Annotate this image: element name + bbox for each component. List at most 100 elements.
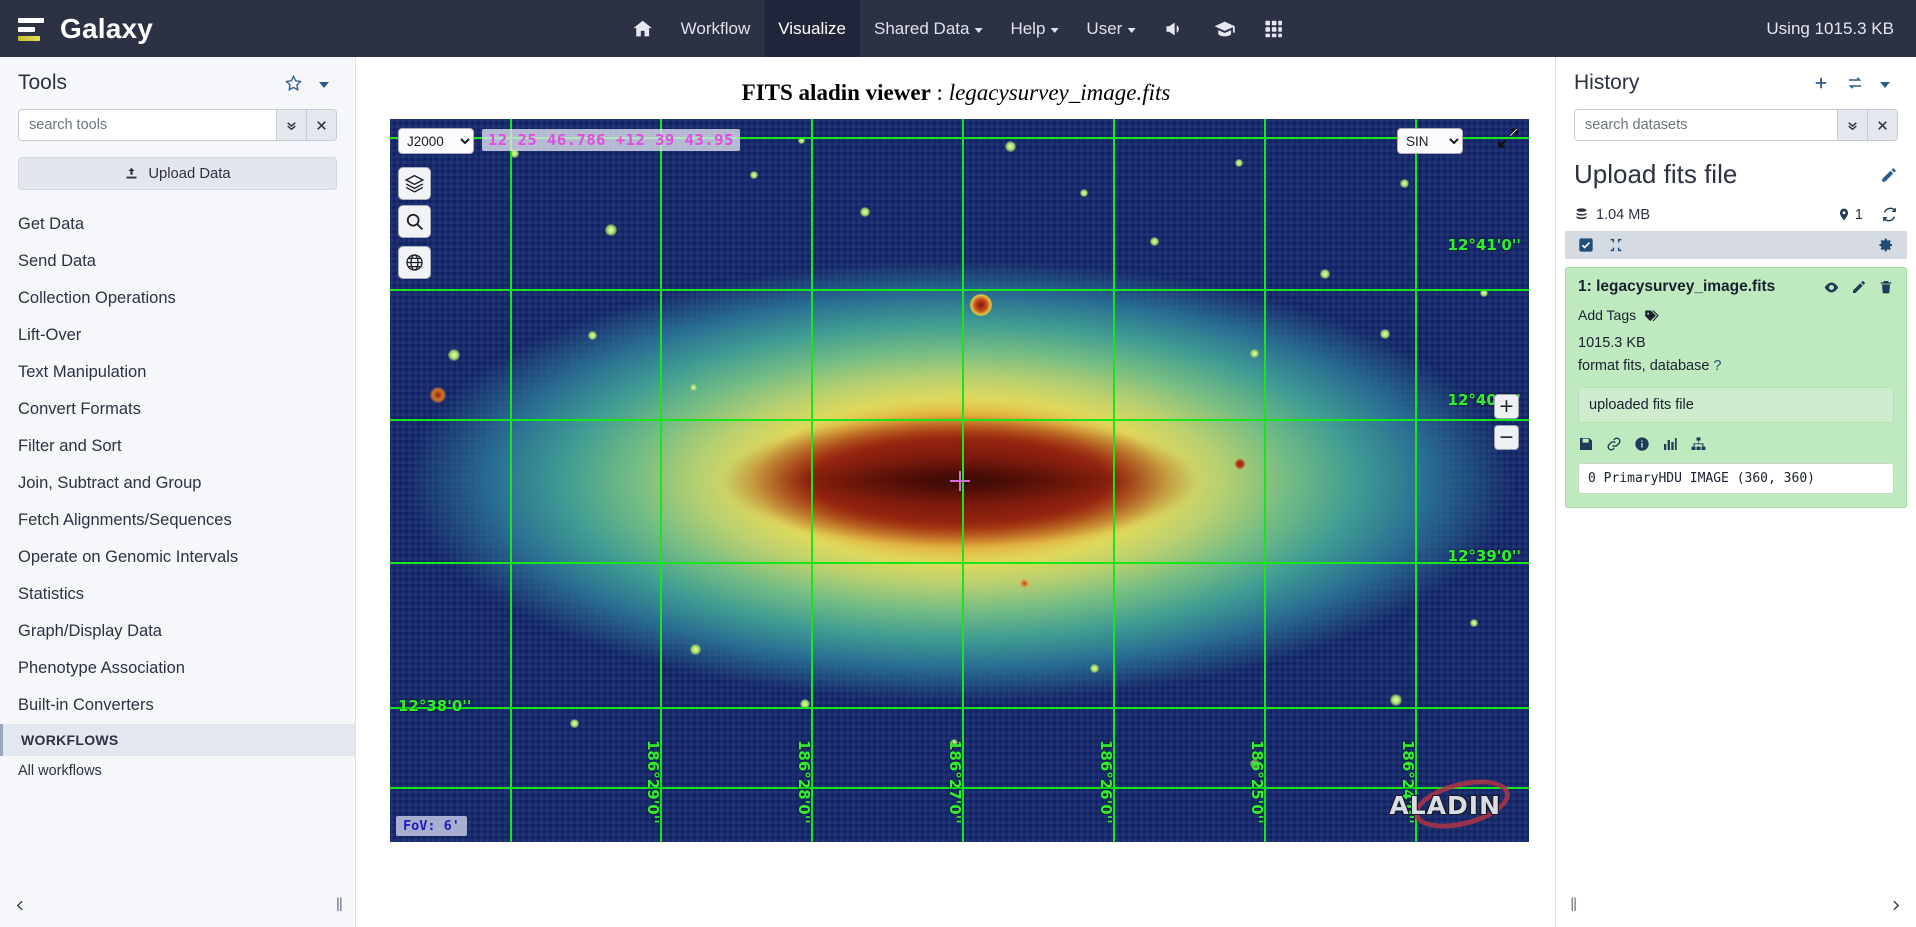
tool-item-fetch-alignments-sequences[interactable]: Fetch Alignments/Sequences — [0, 502, 355, 539]
history-operations-bar — [1565, 231, 1907, 259]
layer-stack-icon[interactable] — [398, 167, 431, 200]
home-icon[interactable] — [619, 0, 667, 57]
graduation-cap-icon[interactable] — [1199, 0, 1249, 57]
history-options-caret-down-icon[interactable] — [1872, 79, 1898, 88]
nav-item-shared-data[interactable]: Shared Data — [860, 0, 996, 57]
dataset-card[interactable]: 1: legacysurvey_image.fits — [1565, 267, 1907, 508]
dataset-title[interactable]: 1: legacysurvey_image.fits — [1578, 278, 1823, 296]
grid-line-ra — [811, 119, 813, 842]
zoom-out-button[interactable]: − — [1494, 425, 1519, 450]
double-chevron-down-icon[interactable] — [1837, 110, 1867, 140]
tool-item-join-subtract-and-group[interactable]: Join, Subtract and Group — [0, 465, 355, 502]
search-icon[interactable] — [398, 205, 431, 238]
history-name[interactable]: Upload fits file — [1574, 159, 1880, 190]
link-icon[interactable] — [1606, 436, 1622, 452]
tool-panel-options-caret-down-icon[interactable] — [311, 79, 337, 88]
close-icon[interactable] — [306, 110, 336, 140]
center-panel-footer — [357, 883, 1555, 927]
grid-apps-icon[interactable] — [1249, 0, 1297, 57]
sitemap-icon[interactable] — [1690, 436, 1707, 452]
history-panel-resize-handle-icon[interactable]: ‖ — [1570, 895, 1575, 916]
dataset-add-tags[interactable]: Add Tags — [1578, 307, 1894, 323]
aladin-viewer[interactable]: 12°41'0'' 12°40'0'' 12°39'0'' 12°38'0'' … — [390, 119, 1529, 842]
tool-item-collection-operations[interactable]: Collection Operations — [0, 280, 355, 317]
dataset-size: 1015.3 KB — [1578, 335, 1894, 351]
save-icon[interactable] — [1578, 436, 1594, 452]
upload-icon — [124, 166, 139, 181]
page-title: Tools — [18, 71, 276, 95]
history-shown-count[interactable]: 1 — [1837, 207, 1863, 223]
star-icon[interactable] — [276, 74, 311, 93]
tool-item-operate-on-genomic-intervals[interactable]: Operate on Genomic Intervals — [0, 539, 355, 576]
aladin-watermark: ALADIN — [1389, 791, 1501, 820]
tool-item-text-manipulation[interactable]: Text Manipulation — [0, 354, 355, 391]
dataset-database-value[interactable]: ? — [1713, 358, 1721, 374]
nav-label: User — [1086, 19, 1122, 39]
checkbox-checked-icon[interactable] — [1578, 237, 1594, 253]
collapse-icon[interactable] — [1608, 237, 1624, 253]
projection-select[interactable]: SINAITMOLMERTANZEA — [1397, 128, 1463, 154]
tool-panel-resize-handle-icon[interactable]: ‖ — [336, 895, 341, 916]
history-panel-footer: ‖ — [1556, 883, 1916, 927]
info-icon[interactable] — [1634, 436, 1650, 452]
search-input[interactable] — [19, 110, 276, 140]
chevron-left-icon[interactable] — [14, 896, 27, 915]
grid-line-ra — [660, 119, 662, 842]
plus-icon[interactable] — [1804, 74, 1838, 92]
tool-item-get-data[interactable]: Get Data — [0, 206, 355, 243]
grid-line-dec — [390, 419, 1529, 421]
history-header: History — [1556, 57, 1916, 101]
tool-item-statistics[interactable]: Statistics — [0, 576, 355, 613]
tool-item-convert-formats[interactable]: Convert Formats — [0, 391, 355, 428]
grid-label-ra: 186°29'0'' — [644, 740, 662, 824]
pencil-icon[interactable] — [1880, 166, 1898, 184]
coordinate-readout: 12 25 46.786 +12 39 43.95 — [482, 129, 740, 151]
tool-section-workflows[interactable]: WORKFLOWS — [0, 724, 355, 756]
grid-line-dec — [390, 289, 1529, 291]
refresh-icon[interactable] — [1881, 206, 1898, 223]
tool-section-list: Get Data Send Data Collection Operations… — [0, 206, 355, 786]
close-icon[interactable] — [1867, 110, 1897, 140]
chevron-right-icon[interactable] — [1889, 896, 1902, 915]
exchange-icon[interactable] — [1838, 74, 1872, 92]
megaphone-icon[interactable] — [1149, 0, 1199, 57]
chart-icon[interactable] — [1662, 436, 1678, 452]
tool-item-lift-over[interactable]: Lift-Over — [0, 317, 355, 354]
history-title: History — [1574, 71, 1804, 95]
usage-indicator[interactable]: Using 1015.3 KB — [1766, 19, 1894, 39]
nav-item-visualize[interactable]: Visualize — [764, 0, 860, 57]
tool-item-graph-display-data[interactable]: Graph/Display Data — [0, 613, 355, 650]
dataset-format-line: format fits, database ? — [1578, 358, 1894, 374]
tool-item-send-data[interactable]: Send Data — [0, 243, 355, 280]
tool-item-all-workflows[interactable]: All workflows — [0, 756, 355, 786]
trash-icon[interactable] — [1878, 279, 1894, 296]
search-input[interactable] — [1575, 110, 1837, 140]
tool-item-built-in-converters[interactable]: Built-in Converters — [0, 687, 355, 724]
chevron-down-icon — [974, 28, 982, 33]
brand-logo-link[interactable]: Galaxy — [18, 0, 153, 57]
globe-grid-icon[interactable] — [398, 246, 431, 279]
history-shown-count-label: 1 — [1855, 207, 1863, 223]
grid-label-ra: 186°28'0'' — [795, 740, 813, 824]
center-panel: FITS aladin viewer : legacysurvey_image.… — [357, 57, 1555, 927]
double-chevron-down-icon[interactable] — [276, 110, 306, 140]
grid-line-ra — [1264, 119, 1266, 842]
upload-data-button[interactable]: Upload Data — [18, 157, 337, 190]
dataset-format-value[interactable]: fits — [1623, 358, 1642, 374]
eye-icon[interactable] — [1823, 279, 1840, 296]
history-size: 1.04 MB — [1574, 207, 1837, 223]
viewer-title: FITS aladin viewer : legacysurvey_image.… — [357, 57, 1555, 106]
pencil-icon[interactable] — [1851, 279, 1867, 296]
grid-line-ra — [1415, 119, 1417, 842]
nav-item-user[interactable]: User — [1072, 0, 1149, 57]
coordinate-frame-select[interactable]: J2000J2000dGalactic — [398, 128, 474, 154]
dataset-actions — [1578, 436, 1894, 452]
nav-item-workflow[interactable]: Workflow — [667, 0, 765, 57]
expand-arrows-icon[interactable] — [1495, 125, 1521, 151]
dataset-peek: 0 PrimaryHDU IMAGE (360, 360) — [1578, 463, 1894, 494]
tool-item-filter-and-sort[interactable]: Filter and Sort — [0, 428, 355, 465]
gear-icon[interactable] — [1878, 237, 1894, 253]
zoom-in-button[interactable]: + — [1494, 394, 1519, 419]
tool-item-phenotype-association[interactable]: Phenotype Association — [0, 650, 355, 687]
nav-item-help[interactable]: Help — [996, 0, 1072, 57]
